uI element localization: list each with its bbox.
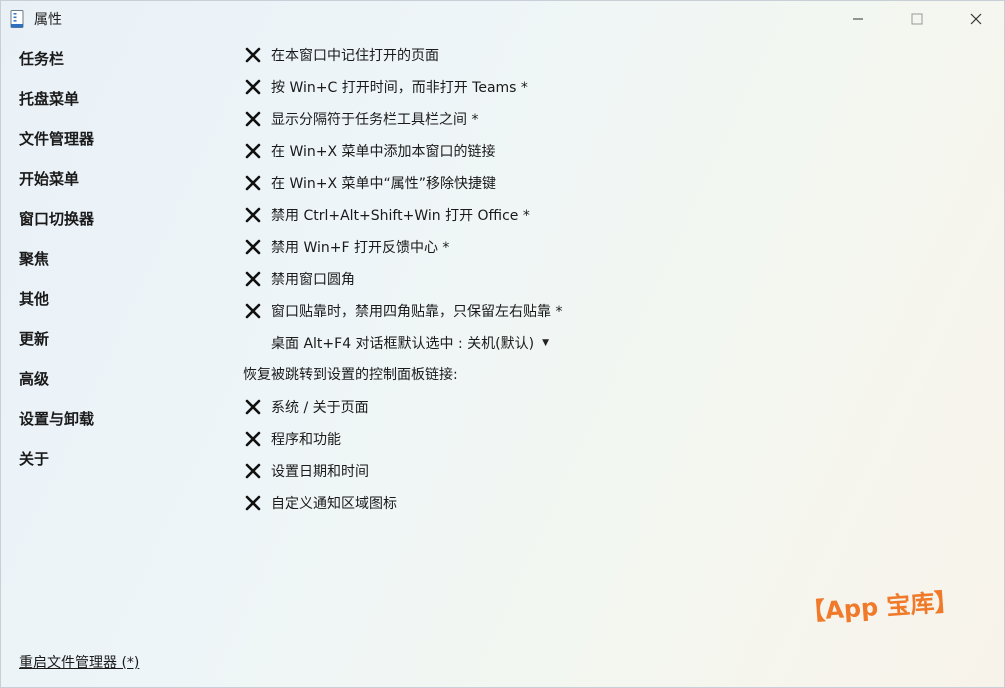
option-disable-office-key[interactable]: 禁用 Ctrl+Alt+Shift+Win 打开 Office * bbox=[237, 199, 530, 231]
sidebar-item-update[interactable]: 更新 bbox=[19, 319, 49, 359]
option-system-about[interactable]: 系统 / 关于页面 bbox=[237, 391, 369, 423]
minimize-icon bbox=[853, 18, 863, 20]
option-disable-rounded-corners[interactable]: 禁用窗口圆角 bbox=[237, 263, 355, 295]
sidebar-item-spotlight[interactable]: 聚焦 bbox=[19, 239, 49, 279]
checked-x-icon[interactable] bbox=[245, 399, 261, 415]
checked-x-icon[interactable] bbox=[245, 47, 261, 63]
sidebar-item-tray-menu[interactable]: 托盘菜单 bbox=[19, 79, 79, 119]
control-panel-section-heading: 恢复被跳转到设置的控制面板链接: bbox=[243, 367, 458, 383]
option-label: 显示分隔符于任务栏工具栏之间 * bbox=[271, 112, 479, 128]
title-bar[interactable]: 属性 bbox=[1, 1, 1004, 37]
watermark: 【App 宝库】 bbox=[800, 587, 960, 627]
sidebar-item-about[interactable]: 关于 bbox=[19, 439, 49, 479]
properties-window: 属性 任务栏 托盘菜单 文件管理器 开始菜单 窗口切换器 聚焦 其他 更新 高级… bbox=[0, 0, 1005, 688]
option-date-time[interactable]: 设置日期和时间 bbox=[237, 455, 369, 487]
sidebar-item-file-explorer[interactable]: 文件管理器 bbox=[19, 119, 94, 159]
sidebar-item-taskbar[interactable]: 任务栏 bbox=[19, 39, 64, 79]
option-remember-page[interactable]: 在本窗口中记住打开的页面 bbox=[237, 39, 439, 71]
close-button[interactable] bbox=[947, 1, 1004, 37]
option-disable-corner-snap[interactable]: 窗口贴靠时，禁用四角贴靠，只保留左右贴靠 * bbox=[237, 295, 562, 327]
checked-x-icon[interactable] bbox=[245, 431, 261, 447]
option-label: 系统 / 关于页面 bbox=[271, 400, 369, 416]
checked-x-icon[interactable] bbox=[245, 271, 261, 287]
window-title: 属性 bbox=[34, 12, 62, 28]
sidebar-item-other[interactable]: 其他 bbox=[19, 279, 49, 319]
minimize-button[interactable] bbox=[829, 1, 887, 37]
option-disable-feedback-hub[interactable]: 禁用 Win+F 打开反馈中心 * bbox=[237, 231, 449, 263]
checked-x-icon[interactable] bbox=[245, 463, 261, 479]
checked-x-icon[interactable] bbox=[245, 111, 261, 127]
option-winx-remove-shortcut[interactable]: 在 Win+X 菜单中“属性”移除快捷键 bbox=[237, 167, 496, 199]
sidebar-item-advanced[interactable]: 高级 bbox=[19, 359, 49, 399]
checked-x-icon[interactable] bbox=[245, 143, 261, 159]
sidebar-item-setup-uninstall[interactable]: 设置与卸载 bbox=[19, 399, 94, 439]
checked-x-icon[interactable] bbox=[245, 207, 261, 223]
option-label: 自定义通知区域图标 bbox=[271, 496, 397, 512]
option-notification-icons[interactable]: 自定义通知区域图标 bbox=[237, 487, 397, 519]
checked-x-icon[interactable] bbox=[245, 79, 261, 95]
alt-f4-default-dropdown[interactable]: 桌面 Alt+F4 对话框默认选中 : 关机(默认) ▼ bbox=[271, 327, 549, 359]
option-label: 在 Win+X 菜单中“属性”移除快捷键 bbox=[271, 176, 497, 192]
restart-explorer-link[interactable]: 重启文件管理器 (*) bbox=[19, 652, 139, 672]
dropdown-label: 桌面 Alt+F4 对话框默认选中 : 关机(默认) bbox=[271, 336, 535, 352]
sidebar-item-start-menu[interactable]: 开始菜单 bbox=[19, 159, 79, 199]
option-label: 在本窗口中记住打开的页面 bbox=[271, 48, 439, 64]
option-label: 禁用 Ctrl+Alt+Shift+Win 打开 Office * bbox=[271, 208, 530, 224]
caret-down-icon[interactable]: ▼ bbox=[542, 338, 549, 348]
checked-x-icon[interactable] bbox=[245, 239, 261, 255]
maximize-icon bbox=[911, 13, 923, 25]
option-label: 窗口贴靠时，禁用四角贴靠，只保留左右贴靠 * bbox=[271, 304, 563, 320]
maximize-button[interactable] bbox=[888, 1, 946, 37]
option-label: 禁用窗口圆角 bbox=[271, 272, 355, 288]
option-win-c-clock[interactable]: 按 Win+C 打开时间，而非打开 Teams * bbox=[237, 71, 528, 103]
close-icon bbox=[970, 13, 982, 25]
option-programs-features[interactable]: 程序和功能 bbox=[237, 423, 341, 455]
checked-x-icon[interactable] bbox=[245, 303, 261, 319]
option-winx-link[interactable]: 在 Win+X 菜单中添加本窗口的链接 bbox=[237, 135, 496, 167]
option-label: 在 Win+X 菜单中添加本窗口的链接 bbox=[271, 144, 496, 160]
sidebar-item-window-switcher[interactable]: 窗口切换器 bbox=[19, 199, 94, 239]
option-taskbar-separators[interactable]: 显示分隔符于任务栏工具栏之间 * bbox=[237, 103, 478, 135]
checked-x-icon[interactable] bbox=[245, 175, 261, 191]
option-label: 设置日期和时间 bbox=[271, 464, 369, 480]
option-label: 按 Win+C 打开时间，而非打开 Teams * bbox=[271, 80, 528, 96]
properties-icon bbox=[10, 10, 24, 28]
checked-x-icon[interactable] bbox=[245, 495, 261, 511]
option-label: 程序和功能 bbox=[271, 432, 341, 448]
option-label: 禁用 Win+F 打开反馈中心 * bbox=[271, 240, 450, 256]
